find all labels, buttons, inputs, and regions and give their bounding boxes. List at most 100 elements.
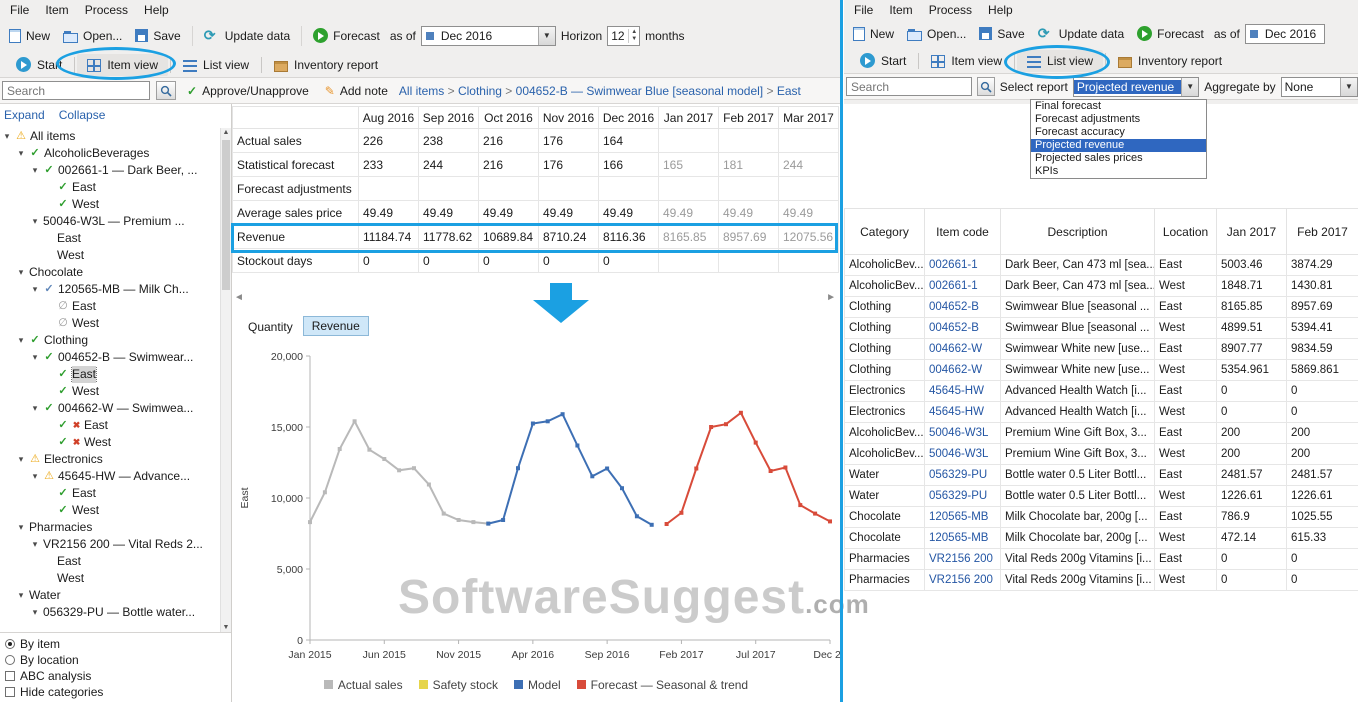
chevron-down-icon[interactable]: ▼ <box>1340 77 1357 96</box>
report-col-header-category[interactable]: Category <box>844 208 925 255</box>
report-option-final-forecast[interactable]: Final forecast <box>1031 100 1206 113</box>
approve-button[interactable]: ✓ Approve/Unapprove <box>182 81 314 101</box>
report-col-header-description[interactable]: Description <box>1000 208 1155 255</box>
grid-cell[interactable]: 233 <box>358 152 419 177</box>
menu-file[interactable]: File <box>2 1 37 19</box>
collapse-link[interactable]: Collapse <box>59 108 106 122</box>
grid-cell[interactable]: 49.49 <box>538 200 599 225</box>
save-button[interactable]: Save <box>974 24 1029 44</box>
radio-control[interactable] <box>5 655 15 665</box>
report-col-header-feb-2017[interactable]: Feb 2017 <box>1286 208 1358 255</box>
grid-col-header-dec-2016[interactable]: Dec 2016 <box>598 106 659 129</box>
tree-item-east[interactable]: ∅ East <box>0 298 220 315</box>
grid-cell[interactable] <box>778 128 839 153</box>
tree-item-all-items[interactable]: ▾ ⚠ All items <box>0 128 220 145</box>
report-row[interactable]: Clothing 004662-W Swimwear White new [use.… <box>844 338 1358 360</box>
grid-cell[interactable] <box>418 176 479 201</box>
tree-item-clothing[interactable]: ▾ ✓ Clothing <box>0 332 220 349</box>
report-option-projected-revenue[interactable]: Projected revenue <box>1031 139 1206 152</box>
menu-item[interactable]: Item <box>881 1 920 19</box>
tree-item-004662-w-swimwea[interactable]: ▾ ✓ 004662-W — Swimwea... <box>0 400 220 417</box>
expander-icon[interactable]: ▾ <box>16 587 26 604</box>
report-col-header-item-code[interactable]: Item code <box>924 208 1001 255</box>
grid-col-header-mar-2017[interactable]: Mar 2017 <box>778 106 839 129</box>
tree-item-east[interactable]: ✓ East <box>0 366 220 383</box>
report-row[interactable]: AlcoholicBev... 50046-W3L Premium Wine Gif… <box>844 443 1358 465</box>
menu-help[interactable]: Help <box>980 1 1021 19</box>
view-tab-inventory-report[interactable]: Inventory report <box>1108 50 1232 72</box>
grid-cell[interactable] <box>718 176 779 201</box>
grid-cell[interactable] <box>358 176 419 201</box>
new-button[interactable]: New <box>848 24 899 44</box>
report-row[interactable]: AlcoholicBev... 50046-W3L Premium Wine Gif… <box>844 422 1358 444</box>
scroll-up-icon[interactable]: ▲ <box>221 129 231 136</box>
tree-item-east[interactable]: ✓ East <box>0 179 220 196</box>
chevron-down-icon[interactable]: ▼ <box>1181 77 1199 96</box>
menu-help[interactable]: Help <box>136 1 177 19</box>
grid-cell[interactable]: 181 <box>718 152 779 177</box>
stepper-arrows-icon[interactable]: ▲ ▼ <box>628 28 639 43</box>
grid-cell[interactable]: 176 <box>538 152 599 177</box>
option-by-item[interactable]: By item <box>5 636 231 652</box>
open-button[interactable]: Open... <box>902 24 971 44</box>
expander-icon[interactable]: ▾ <box>30 604 40 621</box>
tree-item-056329-pu-bottle-water[interactable]: ▾ 056329-PU — Bottle water... <box>0 604 220 621</box>
report-row[interactable]: Chocolate 120565-MB Milk Chocolate bar, 20… <box>844 506 1358 528</box>
chart-tab-revenue[interactable]: Revenue <box>302 316 369 336</box>
expander-icon[interactable]: ▾ <box>30 536 40 553</box>
view-tab-list-view[interactable]: List view <box>173 54 259 76</box>
expander-icon[interactable]: ▾ <box>16 519 26 536</box>
checkbox-control[interactable] <box>5 671 15 681</box>
grid-cell[interactable]: 49.49 <box>658 200 719 225</box>
breadcrumb-004652-b-swimwear-blue-seasonal-model[interactable]: 004652-B — Swimwear Blue [seasonal model… <box>516 84 763 98</box>
report-row[interactable]: Clothing 004652-B Swimwear Blue [seasonal … <box>844 296 1358 318</box>
report-option-forecast-adjustments[interactable]: Forecast adjustments <box>1031 113 1206 126</box>
tree-item-electronics[interactable]: ▾ ⚠ Electronics <box>0 451 220 468</box>
forecast-button[interactable]: Forecast <box>1132 23 1209 44</box>
view-tab-start[interactable]: Start <box>850 49 916 72</box>
expander-icon[interactable]: ▾ <box>16 332 26 349</box>
grid-cell[interactable]: 166 <box>598 152 659 177</box>
tree-item-water[interactable]: ▾ Water <box>0 587 220 604</box>
aggregate-select[interactable]: None ▼ <box>1280 76 1358 97</box>
breadcrumb-all-items[interactable]: All items <box>399 84 444 98</box>
grid-col-header-sep-2016[interactable]: Sep 2016 <box>418 106 479 129</box>
grid-cell[interactable]: 164 <box>598 128 659 153</box>
grid-cell[interactable] <box>718 128 779 153</box>
grid-cell[interactable]: 244 <box>418 152 479 177</box>
tree-item-002661-1-dark-beer[interactable]: ▾ ✓ 002661-1 — Dark Beer, ... <box>0 162 220 179</box>
grid-cell[interactable] <box>658 128 719 153</box>
menu-file[interactable]: File <box>846 1 881 19</box>
tree-item-east[interactable]: East <box>0 553 220 570</box>
scroll-right-icon[interactable]: ► <box>826 292 836 303</box>
grid-cell[interactable]: 49.49 <box>598 200 659 225</box>
option-by-location[interactable]: By location <box>5 652 231 668</box>
grid-col-header-nov-2016[interactable]: Nov 2016 <box>538 106 599 129</box>
chevron-down-icon[interactable]: ▼ <box>537 26 555 45</box>
open-button[interactable]: Open... <box>58 26 127 46</box>
grid-cell[interactable] <box>658 176 719 201</box>
expander-icon[interactable]: ▾ <box>30 468 40 485</box>
new-button[interactable]: New <box>4 26 55 46</box>
report-select[interactable]: Projected revenue ▼ <box>1072 76 1200 97</box>
horizon-stepper[interactable]: 12 ▲ ▼ <box>607 25 641 46</box>
tree-item-west[interactable]: ✓ ✖ West <box>0 434 220 451</box>
report-row[interactable]: Clothing 004662-W Swimwear White new [use.… <box>844 359 1358 381</box>
forecast-period-select[interactable]: Dec 2016 <box>1244 23 1325 44</box>
breadcrumb-clothing[interactable]: Clothing <box>458 84 502 98</box>
menu-item[interactable]: Item <box>37 1 76 19</box>
tree-item-chocolate[interactable]: ▾ Chocolate <box>0 264 220 281</box>
grid-cell[interactable]: 226 <box>358 128 419 153</box>
expander-icon[interactable]: ▾ <box>2 128 12 145</box>
report-row[interactable]: Pharmacies VR2156 200 Vital Reds 200g Vita… <box>844 569 1358 591</box>
expander-icon[interactable]: ▾ <box>16 264 26 281</box>
report-col-header-jan-2017[interactable]: Jan 2017 <box>1216 208 1287 255</box>
report-row[interactable]: Water 056329-PU Bottle water 0.5 Liter Bot… <box>844 485 1358 507</box>
report-row[interactable]: AlcoholicBev... 002661-1 Dark Beer, Can 47… <box>844 275 1358 297</box>
grid-cell[interactable]: 216 <box>478 152 539 177</box>
report-row[interactable]: Water 056329-PU Bottle water 0.5 Liter Bot… <box>844 464 1358 486</box>
search-input[interactable] <box>846 77 972 96</box>
grid-cell[interactable]: 49.49 <box>418 200 479 225</box>
report-option-forecast-accuracy[interactable]: Forecast accuracy <box>1031 126 1206 139</box>
report-option-projected-sales-prices[interactable]: Projected sales prices <box>1031 152 1206 165</box>
